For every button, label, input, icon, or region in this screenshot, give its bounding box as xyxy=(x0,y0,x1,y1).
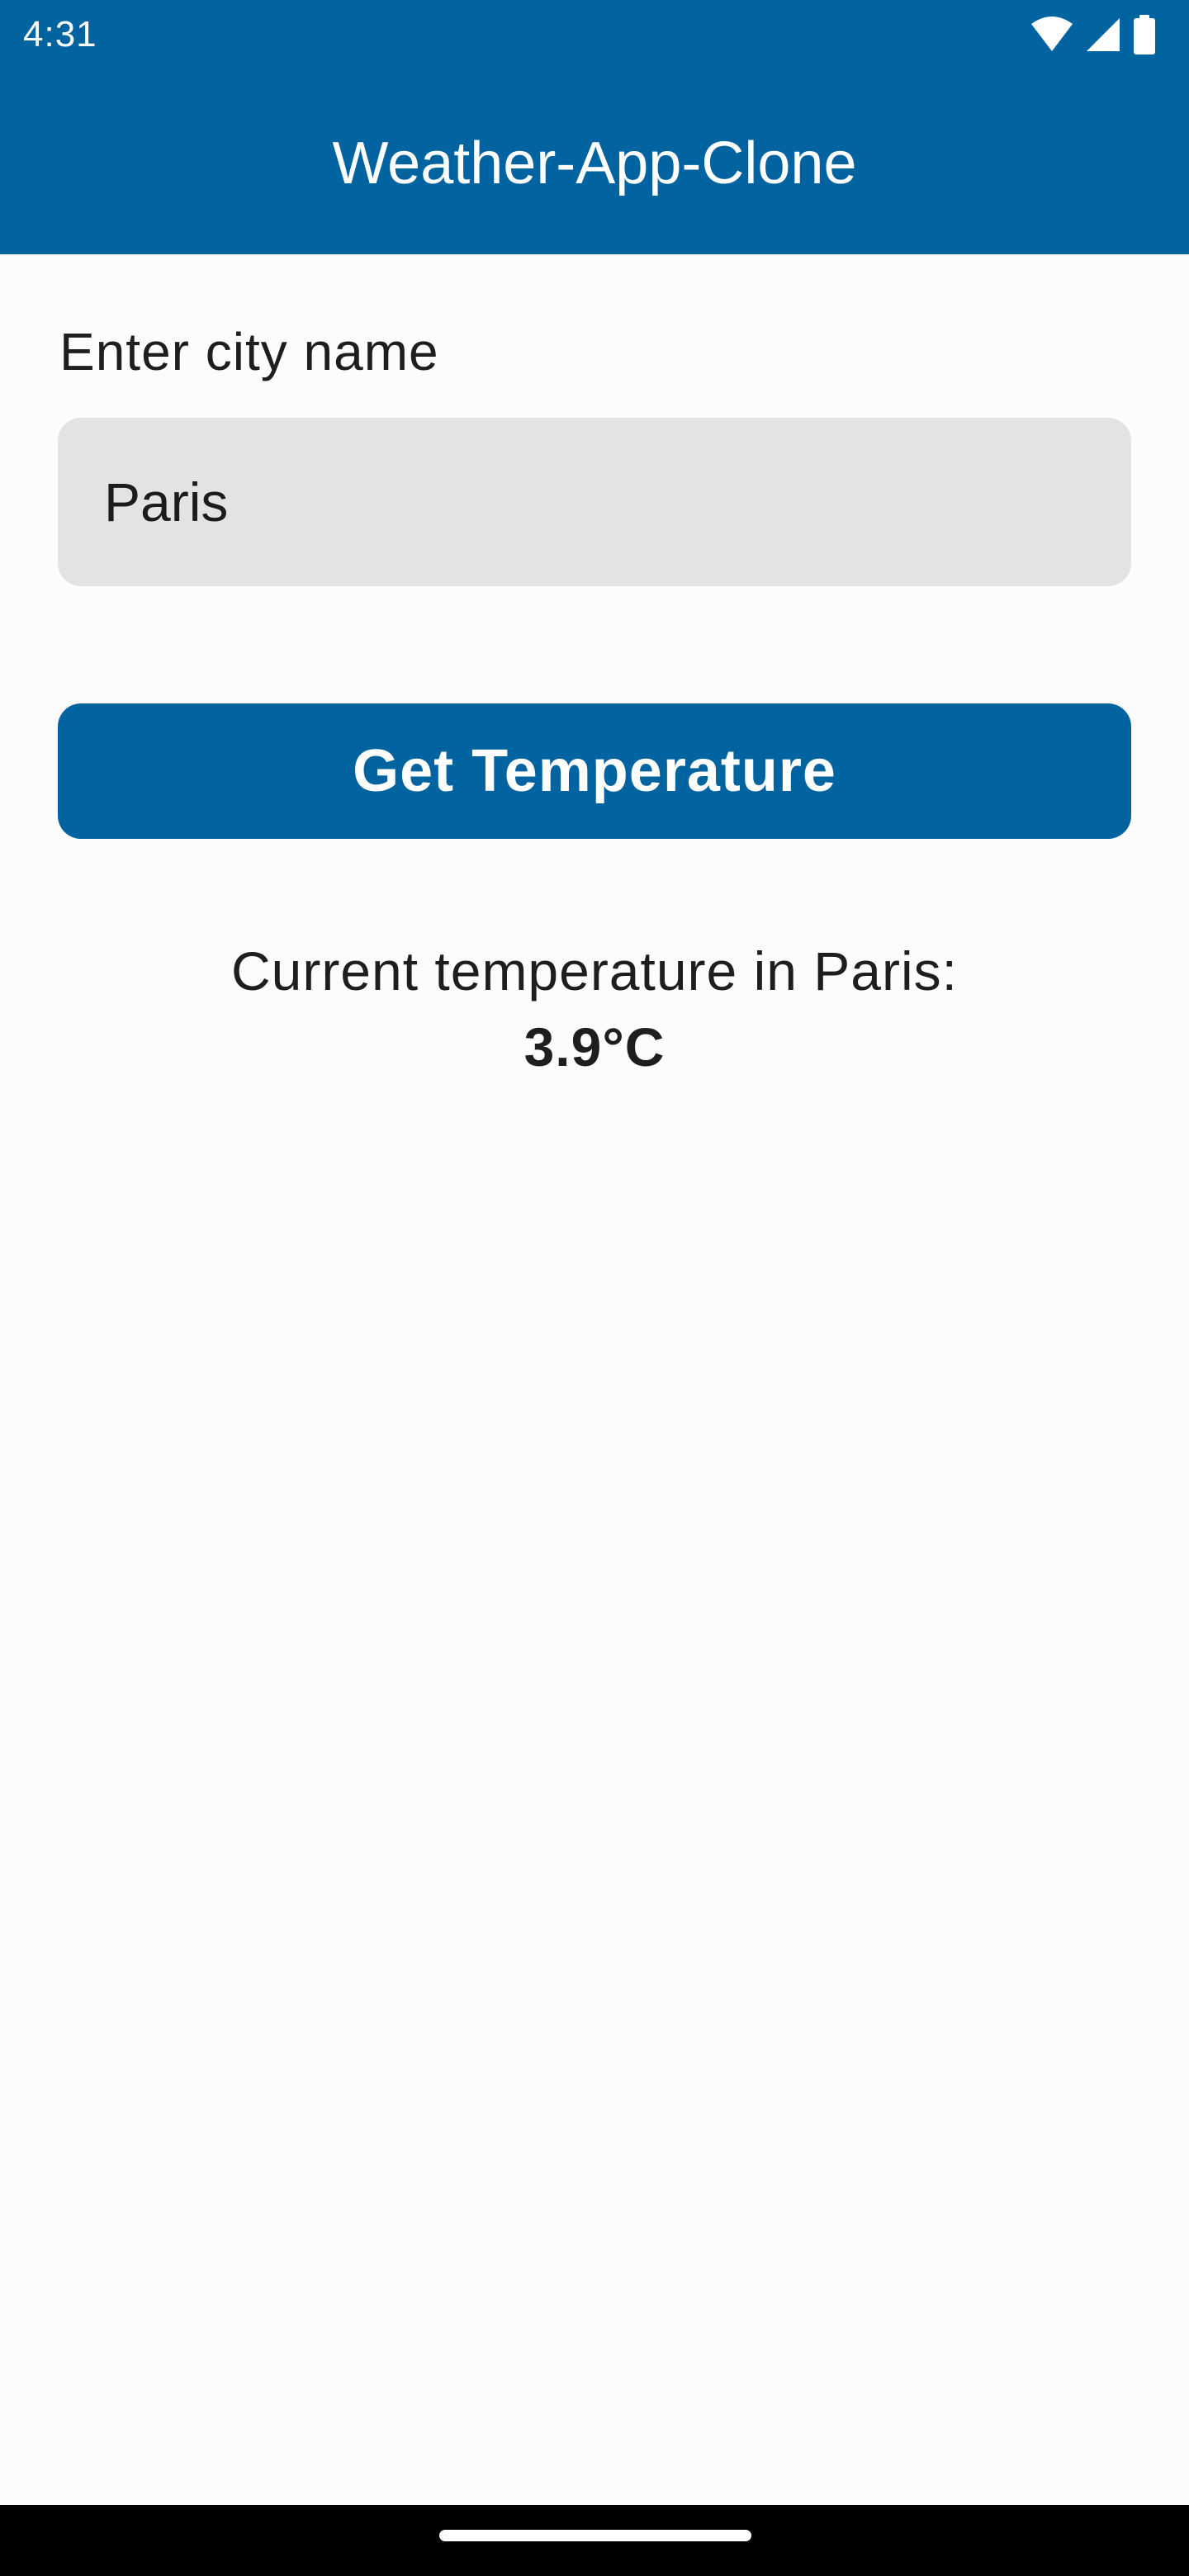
status-icons xyxy=(1030,13,1156,56)
app-bar: Weather-App-Clone xyxy=(0,69,1189,254)
result-text: Current temperature in Paris: xyxy=(230,940,958,1002)
city-input-label: Enter city name xyxy=(59,322,439,381)
navigation-bar xyxy=(0,2505,1189,2576)
app-title: Weather-App-Clone xyxy=(332,130,857,197)
get-temperature-button[interactable]: Get Temperature xyxy=(58,703,1131,839)
wifi-icon xyxy=(1030,17,1073,53)
temperature-result: Current temperature in Paris: 3.9°C xyxy=(0,933,1189,1085)
home-handle[interactable] xyxy=(439,2530,751,2541)
status-time: 4:31 xyxy=(23,14,97,54)
battery-icon xyxy=(1133,15,1156,54)
signal-icon xyxy=(1085,17,1121,53)
status-bar: 4:31 xyxy=(0,0,1189,69)
city-input[interactable] xyxy=(58,418,1131,586)
temperature-value: 3.9°C xyxy=(523,1016,666,1077)
